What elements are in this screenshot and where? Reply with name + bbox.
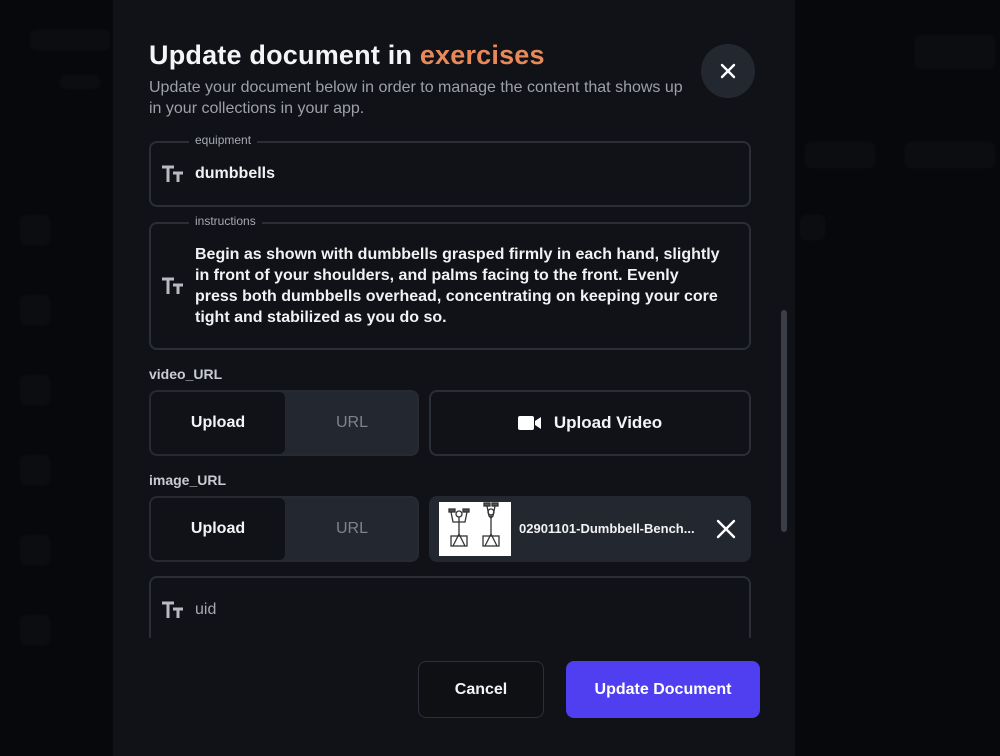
video-source-toggle[interactable]: Upload URL (149, 390, 419, 456)
image-file-name: 02901101-Dumbbell-Bench... (519, 521, 695, 536)
modal-title: Update document in exercises (149, 40, 545, 71)
uploaded-image-chip: 02901101-Dumbbell-Bench... (429, 496, 751, 562)
text-type-icon (162, 601, 183, 618)
exercise-illustration (448, 502, 500, 547)
image-url-option[interactable]: URL (285, 498, 417, 560)
instructions-value: Begin as shown with dumbbells grasped fi… (195, 246, 720, 326)
upload-video-button[interactable]: Upload Video (429, 390, 751, 456)
uid-field[interactable]: uid (149, 576, 751, 638)
equipment-value: dumbbells (195, 165, 276, 182)
text-type-icon (162, 165, 183, 182)
video-url-label: video_URL (149, 366, 223, 382)
video-camera-icon (517, 416, 541, 430)
instructions-label: instructions (189, 214, 262, 228)
uid-placeholder: uid (195, 601, 217, 618)
equipment-field[interactable]: equipment dumbbells (149, 133, 751, 207)
image-upload-option[interactable]: Upload (151, 498, 285, 560)
update-document-button[interactable]: Update Document (566, 661, 760, 718)
close-icon (720, 63, 736, 79)
modal-title-collection: exercises (419, 40, 545, 70)
video-upload-option[interactable]: Upload (151, 392, 285, 454)
instructions-field[interactable]: instructions Begin as shown with dumbbel… (149, 214, 751, 350)
modal-subtitle: Update your document below in order to m… (149, 79, 683, 117)
close-icon[interactable] (715, 518, 737, 540)
image-url-label: image_URL (149, 472, 227, 488)
update-document-modal: Update document in exercises Update your… (113, 0, 795, 756)
cancel-button[interactable]: Cancel (418, 661, 544, 718)
modal-title-prefix: Update document in (149, 40, 413, 70)
image-thumbnail (439, 502, 511, 556)
equipment-label: equipment (189, 133, 258, 147)
close-button[interactable] (701, 44, 755, 98)
scrollbar[interactable] (781, 310, 787, 532)
video-url-option[interactable]: URL (285, 392, 417, 454)
form-scroll-area[interactable]: equipment dumbbells instructions Begin a… (113, 128, 795, 638)
image-source-toggle[interactable]: Upload URL (149, 496, 419, 562)
text-type-icon (162, 277, 183, 294)
upload-video-label: Upload Video (553, 413, 663, 432)
